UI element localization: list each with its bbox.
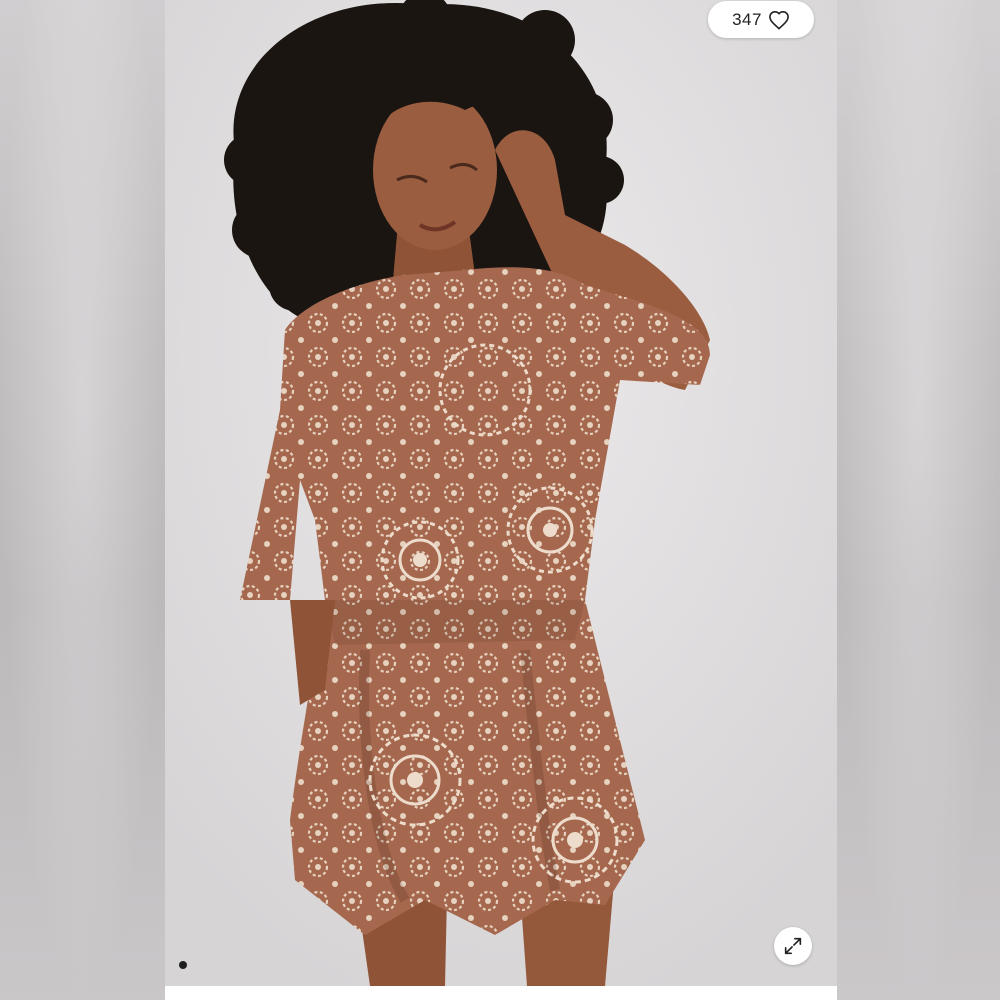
product-image-viewer: 347 <box>0 0 1000 1000</box>
image-bottom-bar <box>165 986 837 1000</box>
expand-arrows-icon <box>784 937 802 955</box>
heart-outline-icon <box>769 10 789 29</box>
model-illustration <box>165 0 837 986</box>
product-photo[interactable] <box>165 0 837 986</box>
pagination-dot-active[interactable] <box>179 961 187 969</box>
expand-image-button[interactable] <box>774 927 812 965</box>
likes-count: 347 <box>732 9 762 29</box>
blurred-background-right <box>837 0 1000 1000</box>
like-button[interactable]: 347 <box>708 1 814 38</box>
blurred-background-left <box>0 0 165 1000</box>
